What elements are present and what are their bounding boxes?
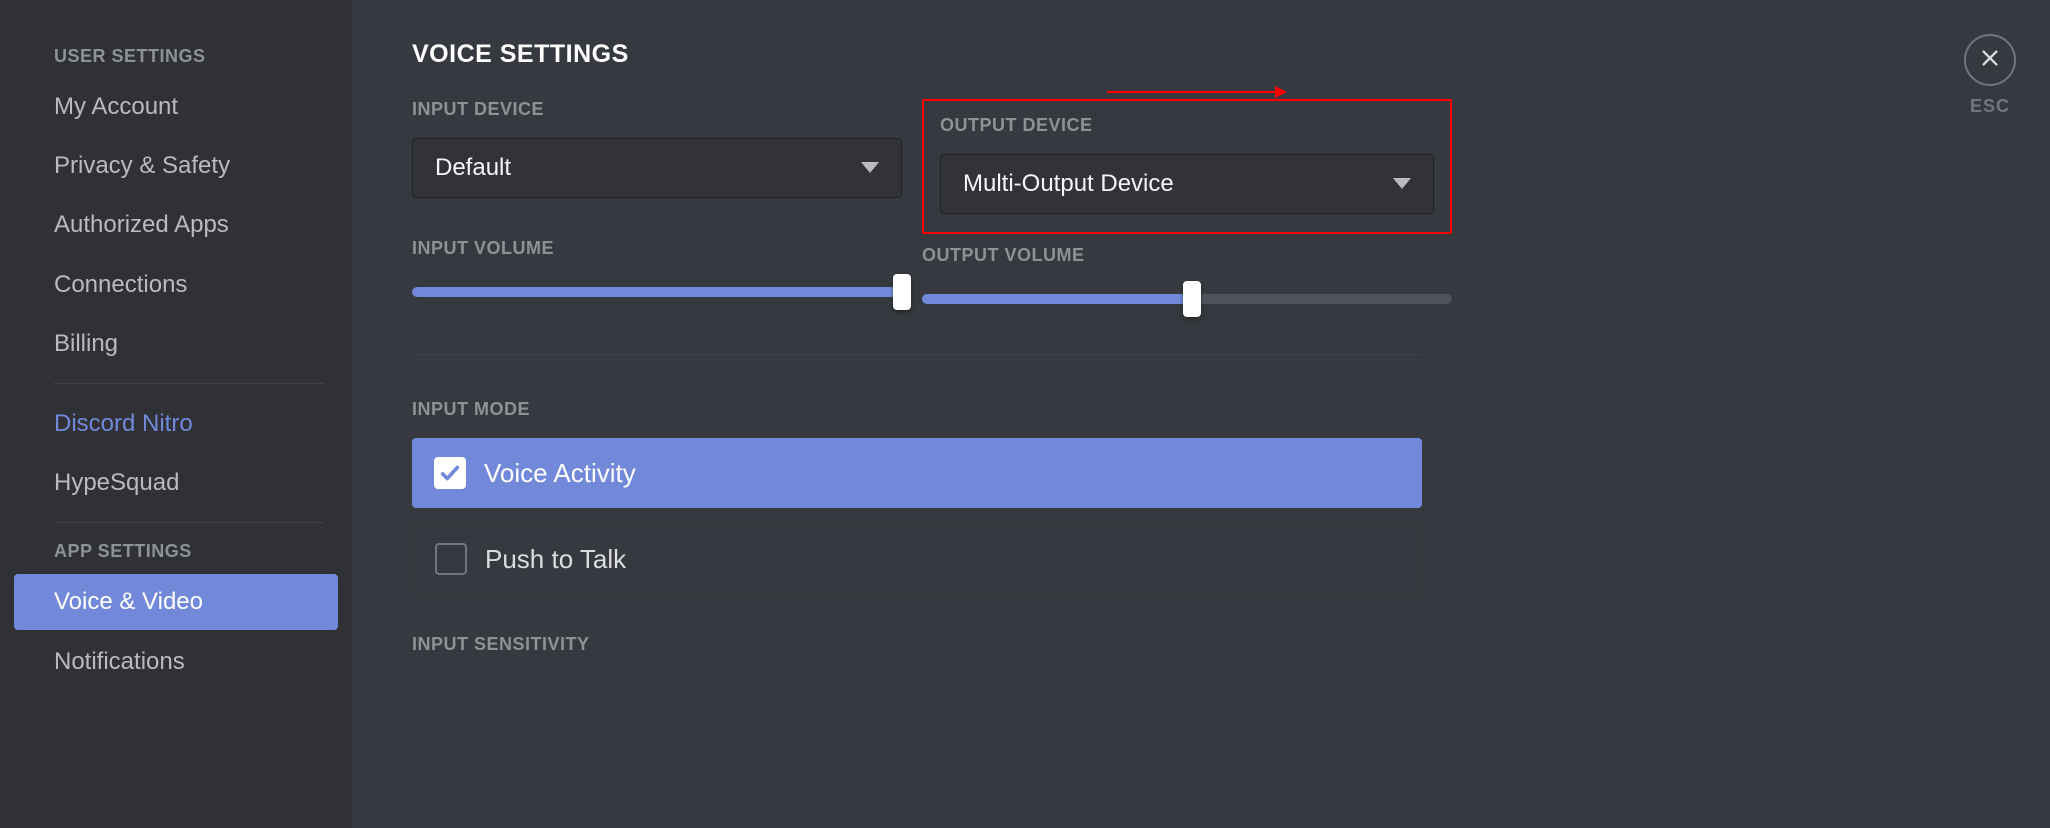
input-device-label: INPUT DEVICE xyxy=(412,99,902,120)
settings-content: ESC VOICE SETTINGS INPUT DEVICE Default … xyxy=(352,0,2050,828)
close-icon xyxy=(1979,47,2001,74)
sidebar-item-authorized-apps[interactable]: Authorized Apps xyxy=(14,197,338,252)
sidebar-item-label: Privacy & Safety xyxy=(54,152,230,179)
close-label: ESC xyxy=(1970,96,2010,117)
input-mode-voice-activity[interactable]: Voice Activity xyxy=(412,438,1422,508)
sidebar-item-label: Notifications xyxy=(54,648,185,675)
checkbox-checked-icon xyxy=(434,457,466,489)
sidebar-item-privacy-safety[interactable]: Privacy & Safety xyxy=(14,138,338,193)
slider-track xyxy=(412,287,902,297)
sidebar-item-notifications[interactable]: Notifications xyxy=(14,634,338,689)
slider-thumb[interactable] xyxy=(1183,281,1201,317)
sidebar-item-label: HypeSquad xyxy=(54,469,179,496)
page-title: VOICE SETTINGS xyxy=(412,40,2010,69)
slider-fill xyxy=(922,294,1192,304)
sidebar-item-label: Billing xyxy=(54,330,118,357)
sidebar-item-hypesquad[interactable]: HypeSquad xyxy=(14,455,338,510)
input-device-value: Default xyxy=(435,154,511,182)
sidebar-item-connections[interactable]: Connections xyxy=(14,257,338,312)
input-volume-slider[interactable] xyxy=(412,277,902,307)
input-device-select[interactable]: Default xyxy=(412,138,902,198)
settings-sidebar: USER SETTINGS My Account Privacy & Safet… xyxy=(0,0,352,828)
output-volume-label: OUTPUT VOLUME xyxy=(922,245,1452,266)
sidebar-separator xyxy=(54,522,324,523)
sidebar-item-discord-nitro[interactable]: Discord Nitro xyxy=(14,396,338,451)
input-mode-option-label: Voice Activity xyxy=(484,458,636,489)
annotation-highlight-output-device: OUTPUT DEVICE Multi-Output Device xyxy=(922,99,1452,234)
sidebar-item-label: Authorized Apps xyxy=(54,211,229,238)
divider xyxy=(412,354,1422,355)
sidebar-header-user-settings: USER SETTINGS xyxy=(14,40,338,79)
input-mode-label: INPUT MODE xyxy=(412,399,1422,420)
close-button[interactable] xyxy=(1964,34,2016,86)
input-sensitivity-label: INPUT SENSITIVITY xyxy=(412,634,1422,655)
sidebar-item-billing[interactable]: Billing xyxy=(14,316,338,371)
chevron-down-icon xyxy=(1393,178,1411,190)
sidebar-header-app-settings: APP SETTINGS xyxy=(14,535,338,574)
input-volume-label: INPUT VOLUME xyxy=(412,238,902,259)
sidebar-item-label: My Account xyxy=(54,93,178,120)
checkbox-unchecked-icon xyxy=(435,543,467,575)
input-mode-push-to-talk[interactable]: Push to Talk xyxy=(412,524,1422,594)
sidebar-separator xyxy=(54,383,324,384)
slider-fill xyxy=(412,287,902,297)
sidebar-item-voice-video[interactable]: Voice & Video xyxy=(14,574,338,629)
output-device-label: OUTPUT DEVICE xyxy=(940,115,1434,136)
close-area: ESC xyxy=(1964,34,2016,117)
output-device-value: Multi-Output Device xyxy=(963,170,1174,198)
sidebar-item-label: Voice & Video xyxy=(54,588,203,615)
input-mode-option-label: Push to Talk xyxy=(485,544,626,575)
chevron-down-icon xyxy=(861,162,879,174)
sidebar-item-label: Discord Nitro xyxy=(54,410,193,437)
sidebar-item-my-account[interactable]: My Account xyxy=(14,79,338,134)
slider-thumb[interactable] xyxy=(893,274,911,310)
output-volume-slider[interactable] xyxy=(922,284,1452,314)
annotation-arrow xyxy=(1107,82,1287,107)
sidebar-item-label: Connections xyxy=(54,271,187,298)
output-device-select[interactable]: Multi-Output Device xyxy=(940,154,1434,214)
